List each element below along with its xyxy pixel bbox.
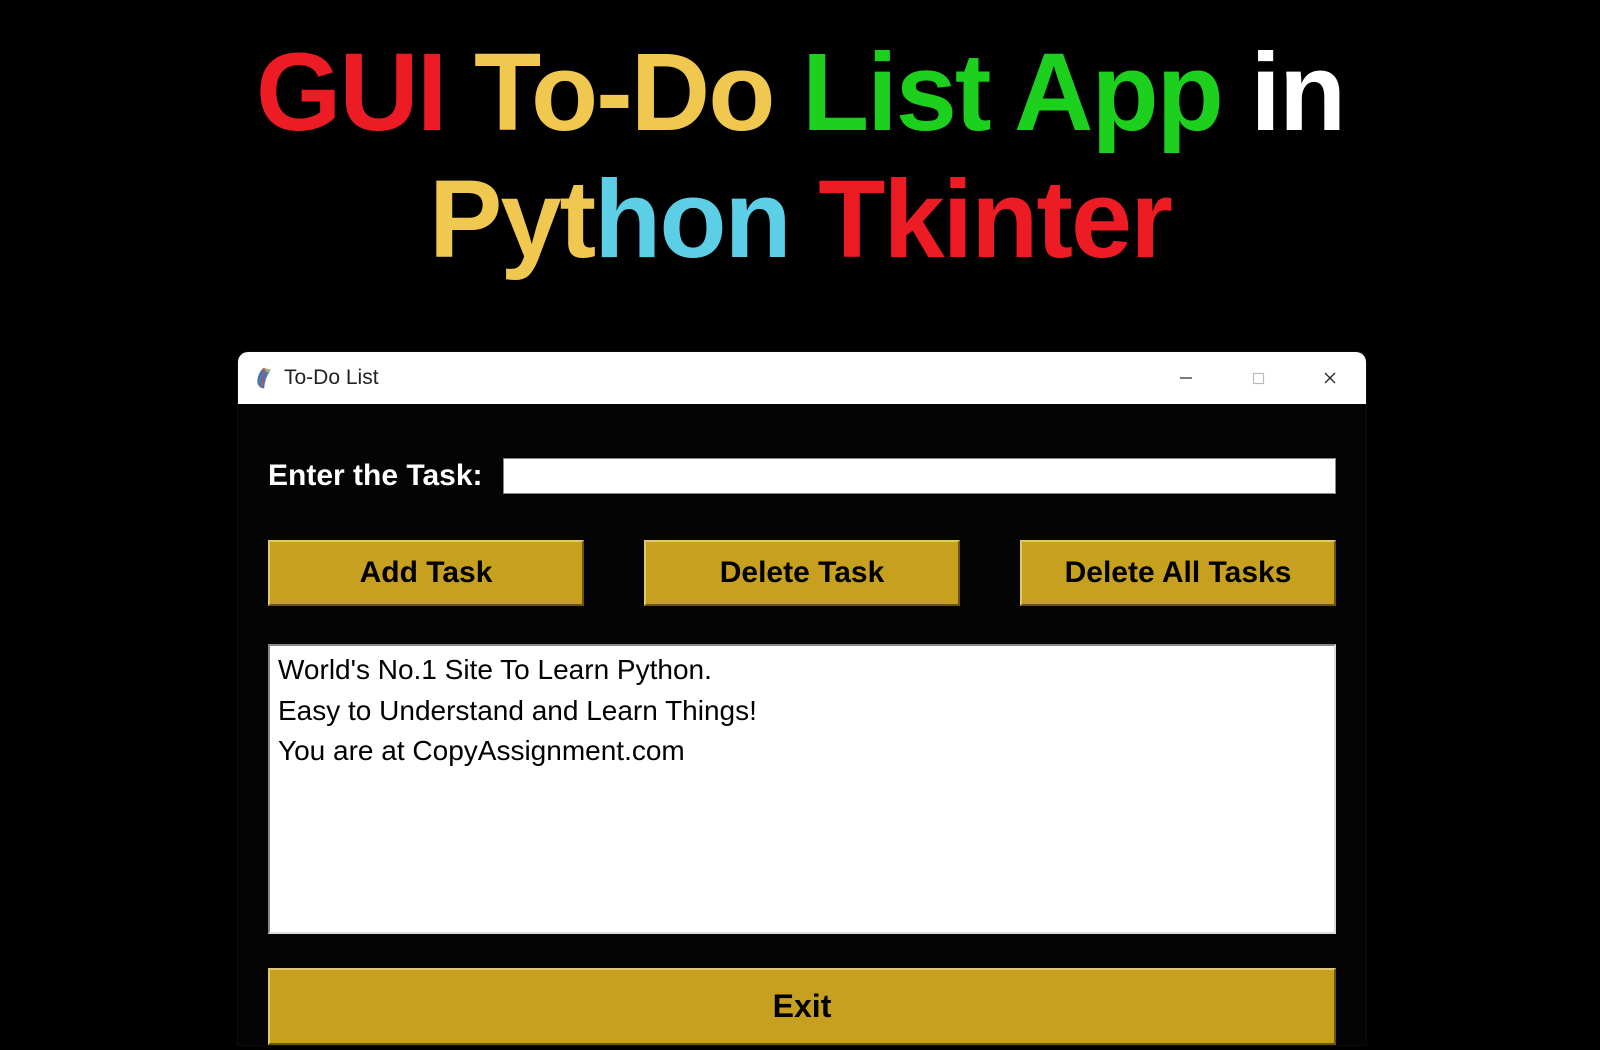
task-input[interactable] [503,458,1337,494]
window-body: Enter the Task: Add Task Delete Task Del… [238,458,1366,1045]
window-title: To-Do List [284,366,379,390]
banner-word-list: List [802,31,990,154]
exit-button[interactable]: Exit [268,968,1336,1045]
list-item[interactable]: World's No.1 Site To Learn Python. [278,650,1326,691]
add-task-button[interactable]: Add Task [268,540,584,606]
maximize-button[interactable] [1222,352,1294,404]
input-row: Enter the Task: [268,458,1336,494]
close-button[interactable] [1294,352,1366,404]
titlebar[interactable]: To-Do List [238,352,1366,404]
banner-word-hon: hon [594,158,790,281]
minimize-button[interactable] [1150,352,1222,404]
banner-word-todo: To-Do [474,31,773,154]
list-item[interactable]: Easy to Understand and Learn Things! [278,691,1326,732]
banner-word-gui: GUI [256,31,446,154]
delete-task-button[interactable]: Delete Task [644,540,960,606]
banner-word-app: App [1014,31,1222,154]
task-input-label: Enter the Task: [268,459,483,493]
tkinter-feather-icon [254,367,274,389]
page-banner: GUI To-Do List App in Python Tkinter [0,0,1600,283]
banner-word-tkinter: Tkinter [818,158,1171,281]
button-row: Add Task Delete Task Delete All Tasks [268,540,1336,606]
list-item[interactable]: You are at CopyAssignment.com [278,731,1326,772]
app-window: To-Do List Enter the Task: Add Task Dele… [238,352,1366,1045]
banner-word-in: in [1250,31,1344,154]
window-controls [1150,352,1366,404]
task-listbox[interactable]: World's No.1 Site To Learn Python. Easy … [268,644,1336,934]
banner-word-pyt: Pyt [429,158,594,281]
delete-all-tasks-button[interactable]: Delete All Tasks [1020,540,1336,606]
